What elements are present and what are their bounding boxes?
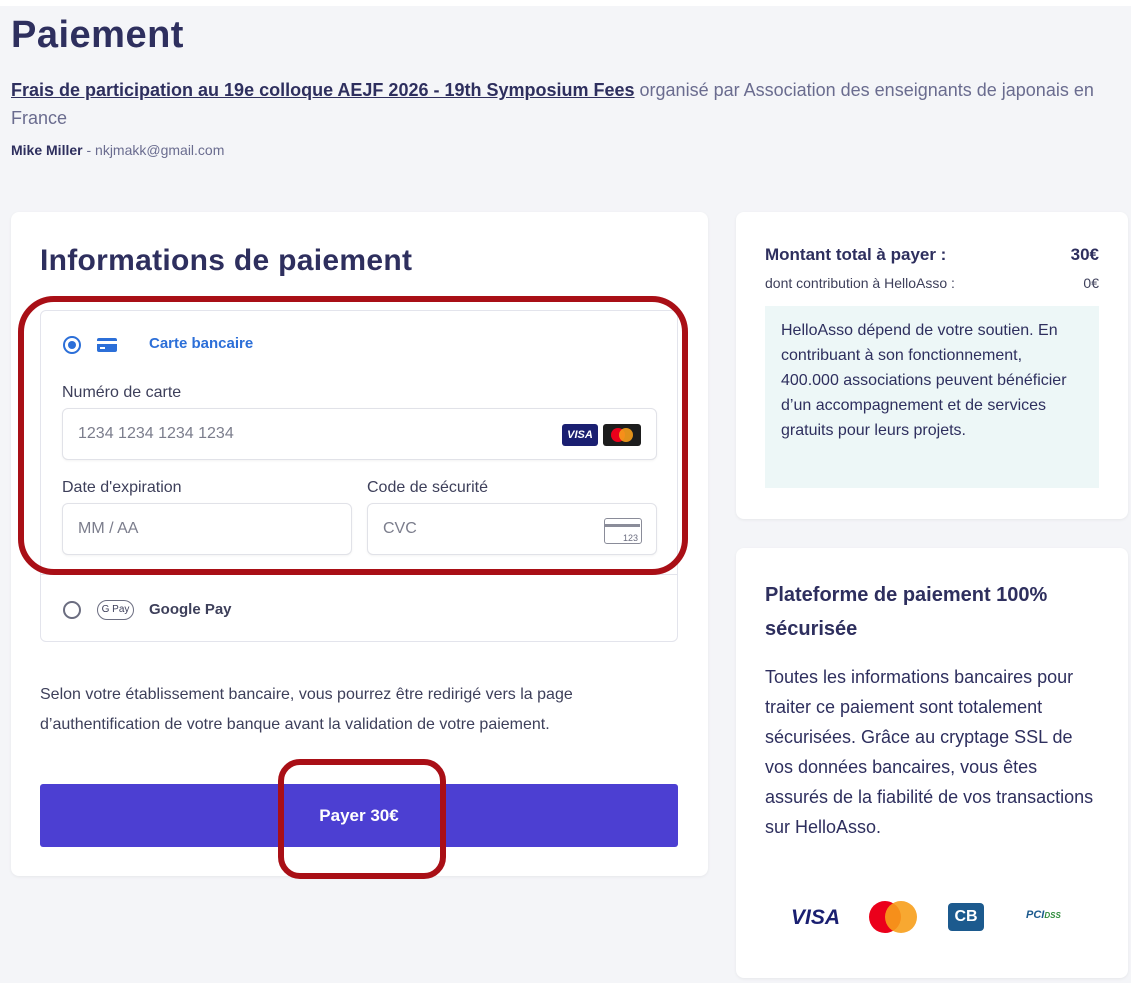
payment-heading: Informations de paiement: [40, 244, 413, 277]
contribution-label: dont contribution à HelloAsso :: [765, 275, 955, 291]
card-number-label: Numéro de carte: [62, 384, 182, 401]
cvc-input[interactable]: [383, 504, 556, 554]
total-label: Montant total à payer :: [765, 245, 947, 264]
pay-button[interactable]: Payer 30€: [40, 784, 678, 847]
gpay-method-label[interactable]: Google Pay: [149, 601, 232, 618]
card-payment-option: Carte bancaire Numéro de carte VISA Date…: [41, 311, 677, 575]
credit-card-icon: [97, 338, 117, 352]
payer-email: - nkjmakk@gmail.com: [82, 142, 225, 158]
security-text: Toutes les informations bancaires pour t…: [765, 667, 1094, 837]
expiry-label: Date d'expiration: [62, 479, 182, 496]
mastercard-icon: [603, 424, 641, 446]
payer-info: Mike Miller - nkjmakk@gmail.com: [11, 142, 224, 158]
total-value: 30€: [1070, 245, 1099, 264]
pci-logo-sub: DSS: [1044, 911, 1061, 920]
top-bar: [0, 0, 1131, 6]
card-number-field[interactable]: VISA: [62, 408, 657, 460]
payer-name: Mike Miller: [11, 142, 83, 158]
cvc-field[interactable]: 123: [367, 503, 657, 555]
visa-logo-icon: VISA: [791, 906, 841, 929]
cb-logo-icon: CB: [948, 903, 984, 931]
cvc-card-icon: 123: [604, 518, 642, 544]
google-pay-icon: G Pay: [97, 600, 134, 620]
card-method-label[interactable]: Carte bancaire: [149, 335, 253, 352]
gpay-method-radio[interactable]: [63, 601, 81, 619]
pci-logo-text: PCI: [1026, 909, 1045, 921]
mastercard-logo-icon: [869, 901, 917, 933]
expiry-input[interactable]: [78, 504, 251, 554]
payment-methods: Carte bancaire Numéro de carte VISA Date…: [40, 310, 678, 642]
security-card: Plateforme de paiement 100% sécurisée To…: [736, 548, 1128, 978]
support-message: HelloAsso dépend de votre soutien. En co…: [765, 306, 1099, 488]
expiry-field[interactable]: [62, 503, 352, 555]
page-title: Paiement: [11, 14, 184, 56]
cvc-label: Code de sécurité: [367, 479, 488, 496]
security-title: Plateforme de paiement 100% sécurisée: [765, 584, 1048, 640]
card-number-input[interactable]: [78, 409, 434, 459]
cvc-icon-text: 123: [622, 533, 638, 543]
campaign-description: Frais de participation au 19e colloque A…: [11, 76, 1116, 132]
contribution-value: 0€: [1083, 275, 1099, 291]
card-method-radio[interactable]: [63, 336, 81, 354]
campaign-link[interactable]: Frais de participation au 19e colloque A…: [11, 80, 635, 100]
payment-form-card: Informations de paiement Carte bancaire …: [11, 212, 708, 876]
pci-dss-logo-icon: PCIDSS: [1026, 909, 1072, 925]
total-summary-card: Montant total à payer : 30€ dont contrib…: [736, 212, 1128, 519]
bank-redirect-notice: Selon votre établissement bancaire, vous…: [40, 686, 573, 733]
visa-icon: VISA: [562, 424, 598, 446]
